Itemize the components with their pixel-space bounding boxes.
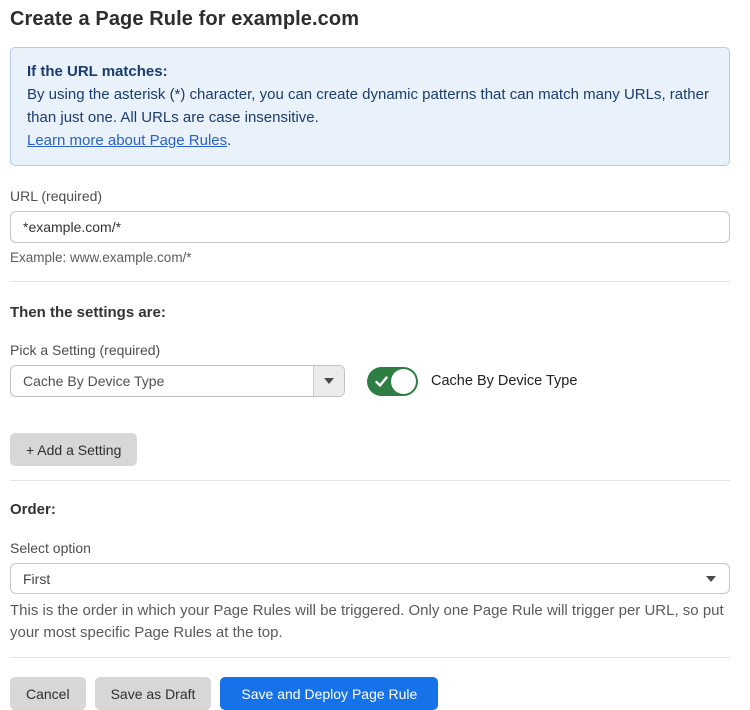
info-box-link-line: Learn more about Page Rules. [27, 129, 713, 152]
add-setting-button[interactable]: + Add a Setting [10, 433, 137, 466]
url-match-info-box: If the URL matches: By using the asteris… [10, 47, 730, 166]
page-title: Create a Page Rule for example.com [10, 8, 730, 31]
page-rule-form: Create a Page Rule for example.com If th… [0, 0, 750, 710]
divider [10, 480, 730, 481]
toggle-knob [391, 369, 416, 394]
order-section-heading: Order: [10, 501, 730, 518]
setting-select-arrow-button[interactable] [313, 366, 344, 396]
chevron-down-icon [706, 576, 716, 582]
setting-select-value: Cache By Device Type [11, 366, 313, 396]
divider [10, 657, 730, 658]
setting-select[interactable]: Cache By Device Type [10, 365, 345, 397]
order-select-label: Select option [10, 540, 730, 556]
toggle-label: Cache By Device Type [431, 373, 577, 389]
learn-more-link[interactable]: Learn more about Page Rules [27, 132, 227, 149]
url-input[interactable] [10, 211, 730, 243]
save-deploy-button[interactable]: Save and Deploy Page Rule [220, 677, 438, 710]
info-box-heading: If the URL matches: [27, 60, 713, 83]
cache-device-toggle[interactable] [367, 367, 418, 396]
check-icon [375, 375, 388, 388]
order-select[interactable]: First [10, 563, 730, 594]
order-help-text: This is the order in which your Page Rul… [10, 600, 730, 644]
divider [10, 281, 730, 282]
chevron-down-icon [324, 378, 334, 384]
save-draft-button[interactable]: Save as Draft [95, 677, 212, 710]
setting-picker-label: Pick a Setting (required) [10, 342, 730, 358]
cancel-button[interactable]: Cancel [10, 677, 86, 710]
link-period: . [227, 132, 231, 149]
setting-row: Cache By Device Type Cache By Device Typ… [10, 365, 730, 397]
info-box-body: By using the asterisk (*) character, you… [27, 83, 713, 129]
url-example-helper: Example: www.example.com/* [10, 250, 730, 265]
settings-section-heading: Then the settings are: [10, 304, 730, 321]
url-field-label: URL (required) [10, 188, 730, 204]
order-select-value: First [23, 571, 50, 587]
footer-buttons: Cancel Save as Draft Save and Deploy Pag… [10, 677, 730, 710]
